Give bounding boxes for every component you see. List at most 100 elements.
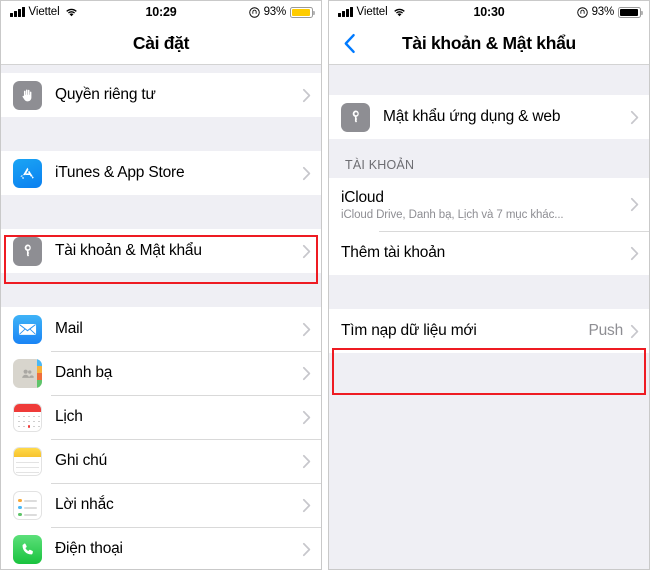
sidebar-item-reminders[interactable]: Lời nhắc <box>1 483 321 527</box>
chevron-right-icon <box>302 410 311 425</box>
nav-bar-right: Tài khoản & Mật khẩu <box>329 23 649 65</box>
right-phone-screen: Viettel 10:30 93% Tài khoản & Mật khẩu M… <box>328 0 650 570</box>
sidebar-item-label: Ghi chú <box>55 452 108 469</box>
sidebar-item-label: Danh bạ <box>55 364 113 381</box>
notes-lines <box>16 460 39 473</box>
chevron-right-icon <box>302 498 311 513</box>
row-label: Thêm tài khoản <box>341 244 446 261</box>
wifi-icon <box>65 7 78 18</box>
battery-icon <box>290 6 315 18</box>
chevron-right-icon <box>302 366 311 381</box>
sidebar-item-label: Tài khoản & Mật khẩu <box>55 242 202 259</box>
row-subtitle: iCloud Drive, Danh bạ, Lịch và 7 mục khá… <box>341 208 564 221</box>
group-apps: Mail Danh bạ Lịch Ghi chú Lời nhắc Điện … <box>1 307 321 569</box>
status-left-group: Viettel <box>338 6 406 18</box>
accounts-passwords-list[interactable]: Mật khẩu ứng dụng & web TÀI KHOẢN iCloud… <box>329 65 649 569</box>
group-privacy: Quyền riêng tư <box>1 73 321 117</box>
chevron-right-icon <box>302 244 311 259</box>
back-button[interactable] <box>338 31 360 57</box>
row-value: Push <box>588 322 623 339</box>
nav-bar-left: Cài đặt <box>1 23 321 65</box>
status-bar-right: Viettel 10:30 93% <box>329 1 649 23</box>
calendar-grid <box>17 415 40 428</box>
dual-screenshot: Viettel 10:29 93% Cài đặt Quyền riêng tư… <box>0 0 650 570</box>
hand-icon <box>13 80 42 110</box>
chevron-right-icon <box>302 88 311 103</box>
page-title: Cài đặt <box>132 33 190 53</box>
sidebar-item-notes[interactable]: Ghi chú <box>1 439 321 483</box>
rotation-lock-icon <box>248 6 260 18</box>
row-text: iCloud iCloud Drive, Danh bạ, Lịch và 7 … <box>341 189 630 221</box>
carrier-label: Viettel <box>28 6 60 18</box>
mail-icon <box>13 314 42 344</box>
calendar-icon <box>13 402 42 432</box>
chevron-right-icon <box>302 542 311 557</box>
signal-bars-icon <box>338 7 353 17</box>
contacts-icon <box>13 358 42 388</box>
highlight-box-fetch-new-data <box>332 348 646 395</box>
sidebar-item-itunes-app-store[interactable]: iTunes & App Store <box>1 151 321 195</box>
sidebar-item-calendar[interactable]: Lịch <box>1 395 321 439</box>
sidebar-item-label: Mail <box>55 320 83 337</box>
back-chevron-icon <box>344 33 355 54</box>
reminders-rows <box>18 497 37 517</box>
rotation-lock-icon <box>576 6 588 18</box>
settings-list-left[interactable]: Quyền riêng tư iTunes & App Store Tài kh… <box>1 65 321 569</box>
row-add-account[interactable]: Thêm tài khoản <box>329 231 649 275</box>
battery-percent-label: 93% <box>263 6 287 18</box>
sidebar-item-label: Lời nhắc <box>55 496 114 513</box>
chevron-right-icon <box>302 166 311 181</box>
sidebar-item-label: Quyền riêng tư <box>55 86 156 103</box>
battery-icon <box>618 6 643 18</box>
page-title: Tài khoản & Mật khẩu <box>402 33 576 53</box>
list-spacer <box>1 273 321 307</box>
status-left-group: Viettel <box>10 6 78 18</box>
group-fetch-new-data: Tìm nạp dữ liệu mới Push <box>329 309 649 353</box>
list-spacer <box>1 65 321 73</box>
status-right-group: 93% <box>576 6 643 18</box>
sidebar-item-privacy[interactable]: Quyền riêng tư <box>1 73 321 117</box>
sidebar-item-contacts[interactable]: Danh bạ <box>1 351 321 395</box>
row-fetch-new-data[interactable]: Tìm nạp dữ liệu mới Push <box>329 309 649 353</box>
row-icloud[interactable]: iCloud iCloud Drive, Danh bạ, Lịch và 7 … <box>329 178 649 231</box>
carrier-label: Viettel <box>356 6 388 18</box>
list-spacer <box>1 117 321 151</box>
signal-bars-icon <box>10 7 25 17</box>
sidebar-item-label: Lịch <box>55 408 83 425</box>
key-icon <box>13 236 42 266</box>
phone-icon <box>13 534 42 564</box>
group-itunes: iTunes & App Store <box>1 151 321 195</box>
list-spacer <box>329 65 649 95</box>
battery-percent-label: 93% <box>591 6 615 18</box>
status-right-group: 93% <box>248 6 315 18</box>
reminders-icon <box>13 490 42 520</box>
sidebar-item-accounts-passwords[interactable]: Tài khoản & Mật khẩu <box>1 229 321 273</box>
list-spacer <box>1 195 321 229</box>
chevron-right-icon <box>630 324 639 339</box>
app-store-icon <box>13 158 42 188</box>
chevron-right-icon <box>630 197 639 212</box>
status-bar-left: Viettel 10:29 93% <box>1 1 321 23</box>
key-icon <box>341 102 370 132</box>
row-label: iCloud <box>341 188 384 206</box>
notes-icon <box>13 446 42 476</box>
chevron-right-icon <box>630 110 639 125</box>
left-phone-screen: Viettel 10:29 93% Cài đặt Quyền riêng tư… <box>0 0 322 570</box>
list-spacer <box>329 275 649 309</box>
row-label: Tìm nạp dữ liệu mới <box>341 322 477 339</box>
sidebar-item-mail[interactable]: Mail <box>1 307 321 351</box>
chevron-right-icon <box>630 246 639 261</box>
group-accounts: iCloud iCloud Drive, Danh bạ, Lịch và 7 … <box>329 178 649 275</box>
group-accounts-passwords: Tài khoản & Mật khẩu <box>1 229 321 273</box>
sidebar-item-label: iTunes & App Store <box>55 164 185 181</box>
contacts-tabs <box>37 358 42 388</box>
chevron-right-icon <box>302 454 311 469</box>
section-header-accounts: TÀI KHOẢN <box>329 139 649 178</box>
sidebar-item-phone[interactable]: Điện thoại <box>1 527 321 569</box>
row-label: Mật khẩu ứng dụng & web <box>383 108 561 125</box>
sidebar-item-label: Điện thoại <box>55 540 123 557</box>
chevron-right-icon <box>302 322 311 337</box>
group-app-web-passwords: Mật khẩu ứng dụng & web <box>329 95 649 139</box>
row-app-website-passwords[interactable]: Mật khẩu ứng dụng & web <box>329 95 649 139</box>
wifi-icon <box>393 7 406 18</box>
